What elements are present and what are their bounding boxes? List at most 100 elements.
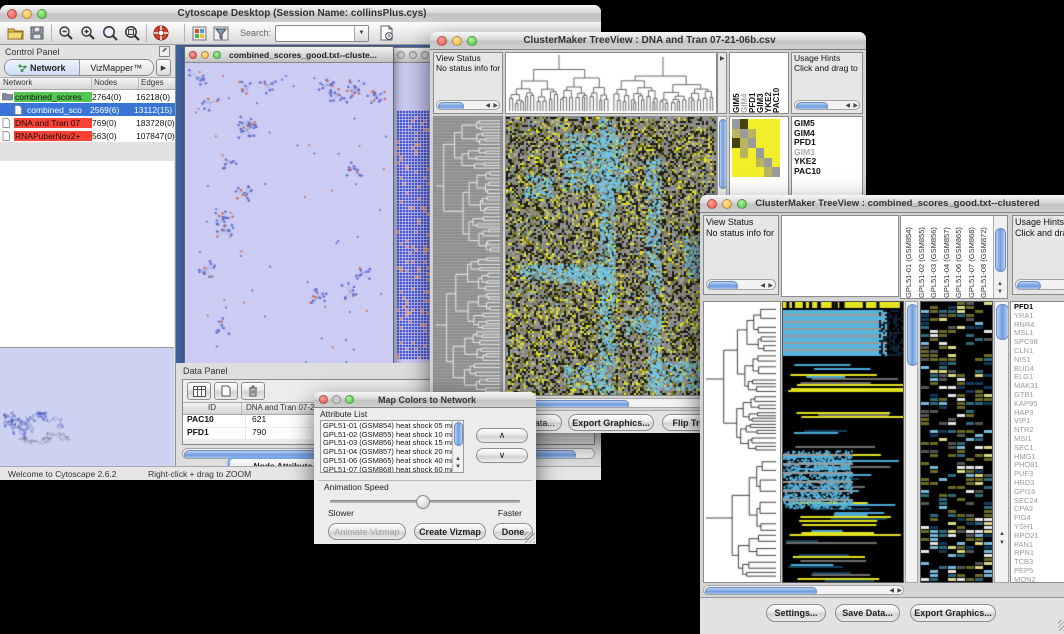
new-attribute-icon[interactable]	[214, 382, 238, 400]
matrix-cell[interactable]	[740, 119, 748, 129]
matrix-cell[interactable]	[748, 119, 756, 129]
zoom-selected-icon[interactable]	[99, 23, 121, 43]
matrix-cell[interactable]	[732, 138, 740, 148]
tv2-gene-labels-panel[interactable]: PFD1YRA1RNR4MSL1SPC98CLN1NIS1BUD4ELG1MAK…	[1010, 301, 1064, 583]
matrix-cell[interactable]	[756, 148, 764, 158]
matrix-cell[interactable]	[732, 129, 740, 139]
matrix-cell[interactable]	[748, 138, 756, 148]
matrix-cell[interactable]	[740, 167, 748, 177]
tv1-column-labels-panel[interactable]: GIM5GIM4PFD1GIM3YKE2PAC10	[729, 52, 789, 114]
attribute-table-icon[interactable]	[187, 382, 211, 400]
scroll-thumb[interactable]	[708, 281, 738, 290]
scroll-thumb[interactable]	[438, 102, 464, 110]
tv2-column-tree-area[interactable]	[781, 215, 899, 297]
animate-vizmap-button[interactable]: Animate Vizmap	[328, 523, 406, 540]
tv1-column-dendrogram[interactable]	[505, 52, 717, 114]
save-icon[interactable]	[26, 23, 48, 43]
scroll-thumb[interactable]	[907, 304, 918, 366]
tab-overflow-button[interactable]: ▶	[156, 59, 171, 76]
save-data-button[interactable]: Save Data...	[835, 604, 900, 622]
matrix-cell[interactable]	[764, 167, 772, 177]
filter-icon[interactable]	[210, 23, 232, 43]
create-vizmap-button[interactable]: Create Vizmap	[414, 523, 486, 540]
close-button[interactable]	[437, 36, 447, 46]
network-overview-canvas[interactable]	[0, 348, 170, 462]
scroll-right-icon[interactable]: ▶	[768, 283, 773, 289]
close-button[interactable]	[319, 395, 328, 404]
close-button[interactable]	[7, 9, 17, 19]
matrix-cell[interactable]	[732, 148, 740, 158]
network-row[interactable]: combined_sco2569(6)13112(15)	[0, 103, 175, 116]
scroll-thumb[interactable]	[1017, 281, 1041, 290]
col-header-nodes[interactable]: Nodes	[92, 78, 139, 89]
treeview2-titlebar[interactable]: ClusterMaker TreeView : combined_scores_…	[700, 195, 1064, 213]
scroll-thumb[interactable]	[995, 228, 1006, 272]
network-row[interactable]: DNA and Tran 07769(0)183728(0)	[0, 116, 175, 129]
tv1-heatmap[interactable]	[505, 116, 717, 396]
listbox-scrollbar[interactable]: ▲ ▼	[452, 421, 463, 472]
close-button[interactable]	[397, 51, 405, 59]
matrix-cell[interactable]	[772, 138, 780, 148]
similarity-matrix[interactable]	[732, 119, 780, 177]
matrix-cell[interactable]	[772, 167, 780, 177]
export-graphics-button[interactable]: Export Graphics...	[568, 414, 654, 431]
help-lifesaver-icon[interactable]	[150, 23, 172, 43]
tv2-vscrollbar[interactable]	[905, 301, 918, 583]
settings-button[interactable]: Settings...	[766, 604, 826, 622]
scroll-right-icon[interactable]: ▶	[720, 56, 725, 62]
tv2-column-labels-panel[interactable]: GPL51-01 (GSM854)GPL51-02 (GSM855)GPL51-…	[900, 215, 1008, 299]
matrix-cell[interactable]	[740, 158, 748, 168]
scroll-thumb[interactable]	[705, 587, 817, 595]
resize-grip[interactable]	[524, 532, 535, 543]
float-panel-icon[interactable]: ⬈	[159, 46, 170, 57]
export-graphics-button[interactable]: Export Graphics...	[910, 604, 996, 622]
minimize-button[interactable]	[22, 9, 32, 19]
matrix-cell[interactable]	[764, 129, 772, 139]
matrix-cell[interactable]	[740, 148, 748, 158]
column-dendrogram-canvas[interactable]	[506, 53, 716, 113]
heatmap-canvas[interactable]	[506, 117, 716, 395]
attribute-listbox[interactable]: GPL51-01 (GSM854) heat shock 05 minGPL51…	[320, 420, 464, 473]
scroll-thumb[interactable]	[454, 422, 463, 446]
scroll-right-icon[interactable]: ▶	[493, 103, 498, 109]
move-down-button[interactable]: ∨	[476, 448, 528, 463]
minimize-button[interactable]	[409, 51, 417, 59]
matrix-cell[interactable]	[756, 119, 764, 129]
view-status-scrollbar[interactable]: ◀ ▶	[706, 279, 776, 290]
scroll-left-icon[interactable]: ◀	[485, 103, 490, 109]
scroll-thumb[interactable]	[996, 304, 1009, 340]
minimize-button[interactable]	[722, 199, 732, 209]
matrix-cell[interactable]	[756, 158, 764, 168]
row-dendrogram-canvas[interactable]	[434, 117, 502, 395]
matrix-cell[interactable]	[732, 119, 740, 129]
minimize-button[interactable]	[201, 51, 209, 59]
scroll-down-icon[interactable]: ▼	[999, 540, 1005, 546]
move-up-button[interactable]: ∧	[476, 428, 528, 443]
tv2-hscrollbar[interactable]: ◀ ▶	[703, 585, 904, 595]
zoom-out-icon[interactable]	[55, 23, 77, 43]
search-combobox[interactable]: ▼	[275, 25, 369, 42]
zoom-button[interactable]	[467, 36, 477, 46]
view-status-scrollbar[interactable]: ◀ ▶	[436, 100, 500, 110]
close-button[interactable]	[189, 51, 197, 59]
network-frame-titlebar[interactable]: combined_scores_good.txt--cluste...	[185, 47, 393, 63]
animation-speed-slider[interactable]	[330, 500, 520, 503]
slider-thumb[interactable]	[416, 495, 430, 509]
scroll-up-icon[interactable]: ▲	[455, 456, 461, 462]
matrix-cell[interactable]	[748, 148, 756, 158]
matrix-cell[interactable]	[756, 138, 764, 148]
open-file-icon[interactable]	[4, 23, 26, 43]
network-overview-panel[interactable]	[0, 347, 174, 466]
zoom-fit-icon[interactable]	[121, 23, 143, 43]
matrix-cell[interactable]	[756, 129, 764, 139]
scroll-up-icon[interactable]: ▲	[997, 281, 1003, 287]
matrix-cell[interactable]	[756, 167, 764, 177]
minimize-button[interactable]	[332, 395, 341, 404]
matrix-cell[interactable]	[772, 129, 780, 139]
network-row[interactable]: combined_scores2764(0)16218(0)	[0, 90, 175, 103]
matrix-cell[interactable]	[764, 158, 772, 168]
zoom-in-icon[interactable]	[77, 23, 99, 43]
gene-label[interactable]: MON2	[1014, 576, 1064, 583]
tv2-expression-vscrollbar[interactable]: ▲ ▼	[994, 301, 1009, 583]
zoom-button[interactable]	[213, 51, 221, 59]
